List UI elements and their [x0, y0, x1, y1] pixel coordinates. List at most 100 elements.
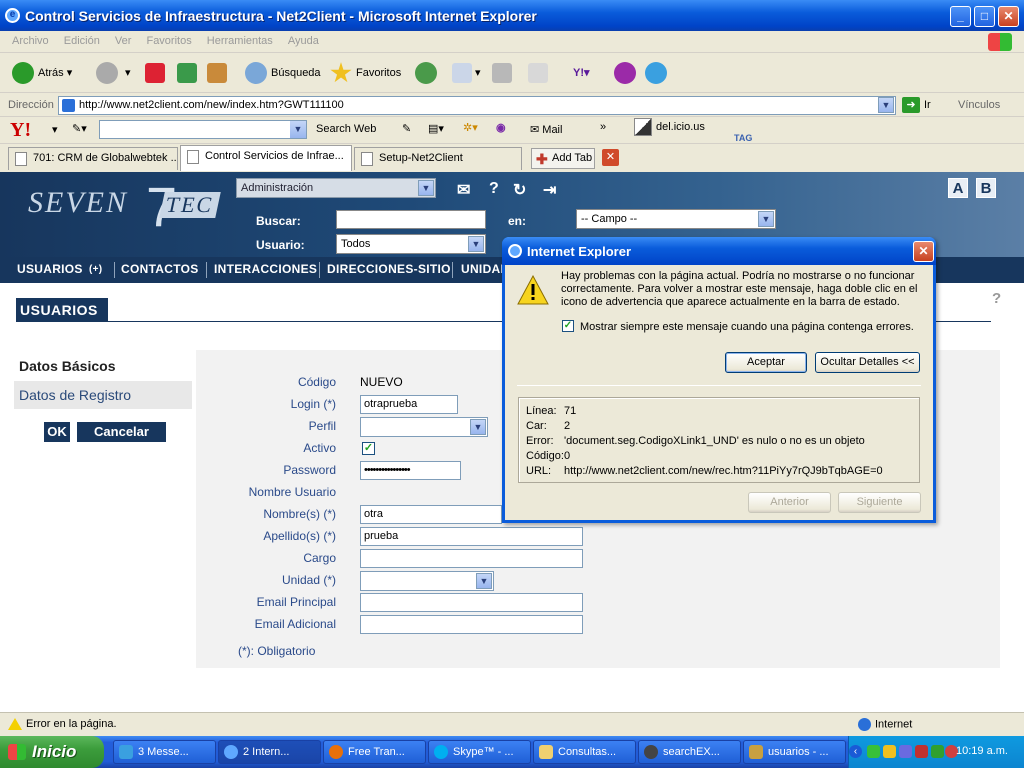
always-show-checkbox[interactable]: ✓ [562, 320, 574, 332]
network-tray-icon[interactable] [899, 745, 912, 758]
next-button[interactable]: Siguiente [838, 492, 921, 513]
app-tray-icon[interactable] [931, 745, 944, 758]
buscar-input[interactable] [336, 210, 486, 229]
chevron-down-icon[interactable]: ▼ [290, 121, 306, 138]
menu-favoritos[interactable]: Favoritos [146, 35, 191, 47]
highlighter-icon[interactable]: ✎▾ [72, 122, 87, 135]
warning-icon[interactable] [8, 718, 22, 730]
start-button[interactable]: Inicio [0, 736, 104, 768]
yahoo-mail-button[interactable]: ✉ Mail [530, 123, 562, 136]
chevron-down-icon[interactable]: ▼ [476, 573, 492, 589]
refresh-icon[interactable]: ↻ [513, 180, 526, 200]
task-messenger[interactable]: 3 Messe... [113, 740, 216, 764]
close-tab-icon[interactable]: ✕ [602, 149, 619, 166]
module-select[interactable]: Administración ▼ [236, 178, 436, 198]
search-web-button[interactable]: Search Web [316, 123, 376, 135]
stop-button[interactable] [145, 61, 165, 85]
menu-ver[interactable]: Ver [115, 35, 132, 47]
tag-icon[interactable]: TAG [734, 133, 752, 143]
mail-icon[interactable]: ✉ [457, 180, 470, 200]
refresh-button[interactable] [177, 61, 197, 85]
help-icon[interactable]: ? [489, 180, 499, 198]
chevron-down-icon[interactable]: ▼ [470, 419, 486, 435]
nav-usuarios[interactable]: USUARIOS [17, 262, 83, 276]
ok-button[interactable]: OK [44, 422, 70, 442]
tab-setup-net2client[interactable]: Setup-Net2Client [354, 147, 522, 170]
forward-button[interactable]: ▾ [96, 61, 131, 85]
logout-icon[interactable]: ⇥ [543, 180, 556, 200]
messenger-button[interactable] [614, 61, 640, 85]
go-button[interactable]: Ir [924, 99, 931, 111]
tray-expand-icon[interactable]: ‹ [849, 745, 862, 758]
nombres-field[interactable]: otra [360, 505, 502, 524]
yahoo-search-input[interactable]: ▼ [99, 120, 307, 139]
mail-button[interactable]: ▾ [452, 61, 481, 85]
menu-edicion[interactable]: Edición [64, 35, 100, 47]
help-icon[interactable]: ? [992, 290, 1001, 307]
nav-interacciones[interactable]: INTERACCIONES [214, 262, 317, 276]
aceptar-button[interactable]: Aceptar [725, 352, 807, 373]
msn-button[interactable] [645, 61, 671, 85]
task-free-translation[interactable]: Free Tran... [323, 740, 426, 764]
task-internet-explorer[interactable]: 2 Intern... [218, 740, 321, 764]
yahoo-tray-icon[interactable] [883, 745, 896, 758]
tab-datos-registro[interactable]: Datos de Registro [14, 381, 192, 409]
task-skype[interactable]: Skype™ - ... [428, 740, 531, 764]
edit-button[interactable] [528, 61, 548, 85]
chevron-down-icon[interactable]: ▼ [758, 211, 774, 227]
layout-icon[interactable]: ▤▾ [428, 122, 444, 135]
settings-icon[interactable]: ✲▾ [463, 121, 478, 134]
cancel-button[interactable]: Cancelar [77, 422, 166, 442]
nav-contactos[interactable]: CONTACTOS [121, 262, 199, 276]
add-tab-button[interactable]: ✚ Add Tab [531, 148, 595, 169]
dialog-close-button[interactable]: ✕ [913, 241, 934, 262]
usuario-select[interactable]: Todos ▼ [336, 234, 486, 254]
hide-details-button[interactable]: Ocultar Detalles << [815, 352, 920, 373]
password-field[interactable]: •••••••••••••••• [360, 461, 461, 480]
font-size-a-button[interactable]: A [948, 178, 968, 198]
dialog-title-bar[interactable]: Internet Explorer ✕ [502, 237, 936, 265]
home-button[interactable] [207, 61, 227, 85]
campo-select[interactable]: -- Campo -- ▼ [576, 209, 776, 229]
messenger-tray-icon[interactable] [867, 745, 880, 758]
print-button[interactable] [492, 61, 512, 85]
more-chevron-icon[interactable]: » [600, 121, 606, 133]
yahoo-menu-icon[interactable]: ▾ [52, 123, 58, 136]
menu-ayuda[interactable]: Ayuda [288, 35, 319, 47]
chevron-down-icon[interactable]: ▼ [418, 180, 434, 196]
task-searchex[interactable]: searchEX... [638, 740, 741, 764]
email-adicional-field[interactable] [360, 615, 583, 634]
go-arrow-icon[interactable]: ➜ [902, 97, 920, 113]
tab-control-servicios[interactable]: Control Servicios de Infrae... [180, 145, 352, 171]
tab-crm-globalwebtek[interactable]: 701: CRM de Globalwebtek ... [8, 147, 178, 170]
login-field[interactable]: otraprueba [360, 395, 458, 414]
apellidos-field[interactable]: prueba [360, 527, 583, 546]
nav-direcciones-sitio[interactable]: DIRECCIONES-SITIO [327, 262, 451, 276]
history-button[interactable] [415, 61, 441, 85]
menu-herramientas[interactable]: Herramientas [207, 35, 273, 47]
window-title-bar[interactable]: e Control Servicios de Infraestructura -… [0, 0, 1024, 31]
tab-datos-basicos[interactable]: Datos Básicos [14, 353, 194, 379]
yahoo-logo[interactable]: Y! [10, 119, 31, 142]
cargo-field[interactable] [360, 549, 583, 568]
font-size-b-button[interactable]: B [976, 178, 996, 198]
nav-add-usuario[interactable]: (+) [89, 264, 102, 275]
antivirus-tray-icon[interactable] [915, 745, 928, 758]
menu-archivo[interactable]: Archivo [12, 35, 49, 47]
pencil-icon[interactable]: ✎ [402, 122, 411, 135]
minimize-button[interactable]: _ [950, 6, 971, 27]
favorites-button[interactable]: Favoritos [330, 61, 401, 85]
always-show-label[interactable]: Mostrar siempre este mensaje cuando una … [580, 321, 914, 333]
activo-checkbox[interactable]: ✓ [362, 442, 375, 455]
task-usuarios[interactable]: usuarios - ... [743, 740, 846, 764]
email-principal-field[interactable] [360, 593, 583, 612]
yahoo-messenger-button[interactable]: Y!▾ [573, 61, 590, 85]
address-dropdown-icon[interactable]: ▼ [878, 97, 894, 113]
close-window-button[interactable]: ✕ [998, 6, 1019, 27]
chevron-down-icon[interactable]: ▼ [468, 236, 484, 252]
delicious-button[interactable]: del.icio.us [634, 118, 705, 136]
address-input[interactable]: http://www.net2client.com/new/index.htm?… [58, 96, 896, 115]
launch-icon[interactable]: ◉ [496, 121, 506, 134]
unidad-select[interactable]: ▼ [360, 571, 494, 591]
search-button[interactable]: Búsqueda [245, 61, 321, 85]
